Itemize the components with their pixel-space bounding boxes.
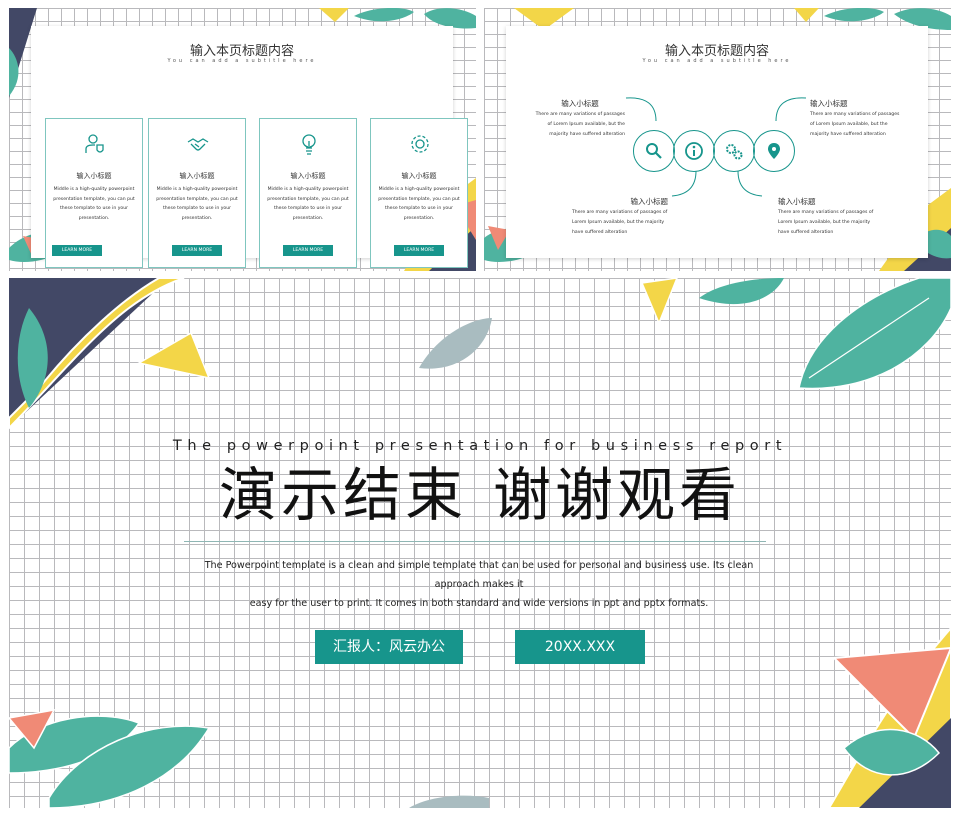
divider [184, 541, 766, 542]
slide-thumbnail-2[interactable]: 输入本页标题内容 You can add a subtitle here 输入小… [484, 8, 951, 271]
learn-more-button[interactable]: LEARN MORE [394, 245, 444, 256]
info-item-heading: 输入小标题 [810, 99, 848, 108]
presenter-button[interactable]: 汇报人：风云办公 [315, 630, 463, 664]
feature-circle [633, 130, 675, 172]
chinese-title-right: 谢谢观看 [493, 461, 742, 529]
info-item-body: There are many variations of passages of… [535, 112, 625, 137]
slide3-decoration [9, 278, 951, 808]
feature-body: Middle is a high-quality powerpoint pres… [156, 187, 238, 221]
leaf-shape [798, 278, 951, 390]
learn-more-button[interactable]: LEARN MORE [283, 245, 333, 256]
leaf-shape [354, 8, 414, 22]
slide-thumbnail-1[interactable]: 输入本页标题内容 You can add a subtitle here 输入小… [9, 8, 476, 271]
gray-leaf-shape [409, 795, 489, 808]
feature-body: Middle is a high-quality powerpoint pres… [267, 187, 349, 221]
info-item-body: There are many variations of passages of… [810, 112, 900, 137]
feature-body: Middle is a high-quality powerpoint pres… [53, 187, 135, 221]
yellow-triangle-shape [136, 331, 211, 380]
lightbulb-icon [302, 134, 316, 155]
feature-heading: 输入小标题 [401, 172, 437, 180]
slide-thumbnail-3[interactable]: The powerpoint presentation for business… [9, 278, 951, 808]
gray-leaf-shape [419, 318, 492, 369]
learn-more-button[interactable]: LEARN MORE [172, 245, 222, 256]
feature-heading: 输入小标题 [179, 172, 215, 180]
learn-more-button[interactable]: LEARN MORE [52, 245, 102, 256]
info-item-heading: 输入小标题 [630, 197, 669, 206]
leaf-shape [699, 278, 784, 305]
slide1-subtitle: You can add a subtitle here [167, 58, 317, 64]
yellow-triangle-shape [794, 8, 819, 22]
search-icon [646, 143, 662, 159]
english-title: The powerpoint presentation for business… [172, 438, 788, 454]
leaf-shape [824, 8, 884, 22]
info-item: 输入小标题 There are many variations of passa… [778, 196, 874, 238]
description: The Powerpoint template is a clean and s… [184, 556, 774, 613]
info-item-heading: 输入小标题 [778, 197, 816, 206]
yellow-triangle-shape [319, 8, 349, 22]
content-card: 输入本页标题内容 You can add a subtitle here 输入小… [506, 26, 928, 258]
slide1-title: 输入本页标题内容 [189, 44, 294, 59]
feature-heading: 输入小标题 [76, 172, 112, 180]
feature-heading: 输入小标题 [290, 172, 326, 180]
location-pin-icon [768, 143, 780, 159]
user-shield-icon [85, 134, 104, 153]
info-item-heading: 输入小标题 [561, 99, 599, 108]
chinese-title: 演示结束 谢谢观看 [9, 460, 951, 530]
gear-icon [411, 135, 429, 153]
yellow-triangle-shape [640, 278, 678, 325]
feature-body: Middle is a high-quality powerpoint pres… [378, 187, 460, 221]
info-item-body: There are many variations of passages of… [778, 210, 874, 235]
feature-card: 输入小标题 Middle is a high-quality powerpoin… [148, 118, 246, 268]
chinese-title-left: 演示结束 [218, 461, 467, 529]
info-item: 输入小标题 There are many variations of passa… [535, 98, 625, 140]
info-icon [685, 142, 703, 160]
feature-card: 输入小标题 Middle is a high-quality powerpoin… [259, 118, 357, 268]
description-line: The Powerpoint template is a clean and s… [204, 560, 754, 590]
feature-card: 输入小标题 Middle is a high-quality powerpoin… [370, 118, 468, 268]
gears-icon [726, 144, 743, 160]
info-item-body: There are many variations of passages of… [572, 210, 668, 235]
content-card: 输入本页标题内容 You can add a subtitle here 输入小… [31, 26, 468, 268]
date-button[interactable]: 20XX.XXX [515, 630, 645, 664]
feature-card: 输入小标题 Middle is a high-quality powerpoin… [45, 118, 143, 268]
feature-circle [713, 130, 755, 172]
info-item: 输入小标题 There are many variations of passa… [572, 196, 668, 238]
feature-circle [673, 130, 715, 172]
handshake-icon [187, 138, 209, 151]
feature-circle [753, 130, 795, 172]
info-item: 输入小标题 There are many variations of passa… [810, 98, 902, 140]
description-line: easy for the user to print. It comes in … [249, 598, 709, 609]
